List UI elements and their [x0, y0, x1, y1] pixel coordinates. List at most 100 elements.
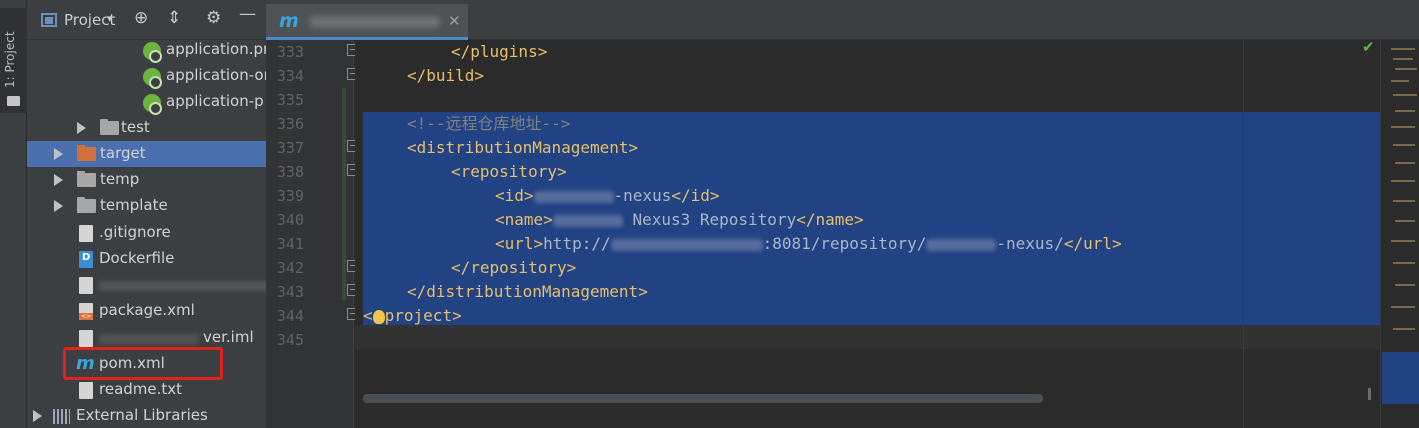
line-number: 345 [276, 331, 304, 349]
minimap-line [1393, 94, 1417, 96]
tree-item-target[interactable]: target [27, 141, 266, 167]
line-number: 337 [276, 139, 304, 157]
tree-item-obscured-file[interactable] [27, 272, 266, 298]
xml-tag: <repository> [451, 162, 567, 181]
minimap-line [1391, 240, 1415, 242]
line-number: 342 [276, 259, 304, 277]
xml-tag: </distributionManagement> [407, 282, 648, 301]
code-line-334: </build> [363, 64, 484, 88]
vertical-scrollbar[interactable] [1368, 388, 1371, 400]
line-number: 340 [276, 211, 304, 229]
xml-text: -nexus [613, 186, 672, 205]
tree-item-temp[interactable]: temp [27, 167, 266, 193]
spring-icon [143, 68, 162, 89]
code-line-342: </repository> [363, 256, 576, 280]
expand-arrow-icon[interactable] [33, 410, 42, 422]
redacted-tab-title [310, 16, 440, 28]
xml-tag: </plugins> [451, 42, 548, 61]
expand-arrow-icon[interactable] [54, 200, 63, 212]
minimap-line [1393, 144, 1415, 146]
xml-tag: </url> [1063, 234, 1122, 253]
close-icon[interactable]: ✕ [448, 12, 461, 30]
expand-arrow-icon[interactable] [54, 174, 63, 186]
code-line-343: </distributionManagement> [363, 280, 648, 304]
folder-icon [100, 119, 119, 135]
tree-item-test[interactable]: test [27, 115, 266, 141]
code-line-339: <id> -nexus</id> [363, 184, 720, 208]
tree-item-external-libraries[interactable]: External Libraries [27, 403, 266, 428]
vcs-change-marker [342, 88, 346, 300]
tree-item-template[interactable]: template [27, 193, 266, 219]
left-tool-stripe: 1: Project [0, 0, 27, 428]
folder-icon [77, 171, 96, 187]
redacted-text [99, 281, 266, 291]
xml-tag: <distributionManagement> [407, 138, 639, 157]
expand-arrow-icon[interactable] [77, 122, 86, 134]
tree-item-label: External Libraries [76, 406, 208, 424]
tree-item-package-xml[interactable]: package.xml [27, 298, 266, 324]
minimap-line [1395, 110, 1415, 112]
folder-icon [7, 96, 20, 106]
line-number: 343 [276, 283, 304, 301]
tree-item-application-or[interactable]: application-or [27, 63, 266, 89]
libraries-icon [53, 409, 70, 424]
line-number: 344 [276, 307, 304, 325]
tree-item-label: readme.txt [99, 380, 183, 398]
tree-item-label: ver.iml [203, 328, 254, 346]
gear-icon[interactable]: ⚙ [206, 10, 221, 27]
file-icon [79, 277, 93, 294]
tree-item-label: target [100, 144, 146, 162]
xml-tag: </name> [796, 210, 864, 229]
expand-arrow-icon[interactable] [54, 148, 63, 160]
code-line-337: <distributionManagement> [363, 136, 638, 160]
tree-item-application-p[interactable]: application-p [27, 89, 266, 115]
docker-file-icon [79, 251, 93, 268]
inspection-ok-icon[interactable]: ✔ [1362, 38, 1375, 56]
xml-tag: <name> [495, 210, 553, 229]
minimap-line [1391, 126, 1415, 128]
xml-text: :8081/repository/ [762, 234, 927, 253]
collapse-all-icon[interactable]: ⇕ [167, 10, 181, 27]
code-editor[interactable]: </plugins> </build> <!--远程仓库地址--> <distr… [355, 40, 1380, 428]
code-line-336: <!--远程仓库地址--> [363, 112, 570, 136]
xml-text: Nexus3 Repository [632, 210, 797, 229]
tree-item-label: template [100, 196, 168, 214]
line-number: 339 [276, 187, 304, 205]
hide-panel-icon[interactable]: — [239, 6, 256, 23]
scroll-from-source-icon[interactable]: ⊕ [134, 10, 148, 27]
project-tool-tab[interactable]: 1: Project [0, 8, 27, 113]
xml-tag: </build> [407, 66, 485, 85]
right-margin-guide [1243, 40, 1244, 428]
redacted-text [99, 334, 199, 344]
chevron-down-icon[interactable]: ▾ [107, 12, 113, 25]
xml-comment: <!--远程仓库地址--> [407, 114, 571, 133]
spring-icon [143, 94, 162, 115]
minimap-line [1393, 328, 1415, 330]
tree-item-application-pr[interactable]: application.pr [27, 37, 266, 63]
xml-text: http:// [543, 234, 611, 253]
lightbulb-icon[interactable] [372, 309, 385, 324]
line-number: 336 [276, 115, 304, 133]
code-line-338: <repository> [363, 160, 567, 184]
tree-item-gitignore[interactable]: .gitignore [27, 220, 266, 246]
line-number: 341 [276, 235, 304, 253]
project-view-icon [41, 13, 57, 27]
editor-tab-pom-xml[interactable]: m ✕ [266, 4, 468, 40]
file-icon [79, 225, 93, 242]
xml-file-icon [79, 303, 93, 320]
tree-item-dockerfile[interactable]: Dockerfile [27, 246, 266, 272]
xml-tag: project> [384, 306, 462, 325]
code-line-344: < project> [363, 304, 462, 328]
tree-item-label: application.pr [166, 40, 266, 58]
redacted-text [533, 190, 614, 203]
line-number: 334 [276, 67, 304, 85]
xml-tag: <url> [495, 234, 544, 253]
horizontal-scrollbar[interactable] [363, 394, 1043, 403]
tree-item-label: Dockerfile [99, 249, 175, 267]
line-number: 338 [276, 163, 304, 181]
line-number: 335 [276, 91, 304, 109]
folder-orange-icon [77, 145, 96, 161]
tree-item-readme[interactable]: readme.txt [27, 377, 266, 403]
xml-tag: <id> [495, 186, 534, 205]
code-line-341: <url>http://:8081/repository/ -nexus/</ur… [363, 232, 1122, 256]
